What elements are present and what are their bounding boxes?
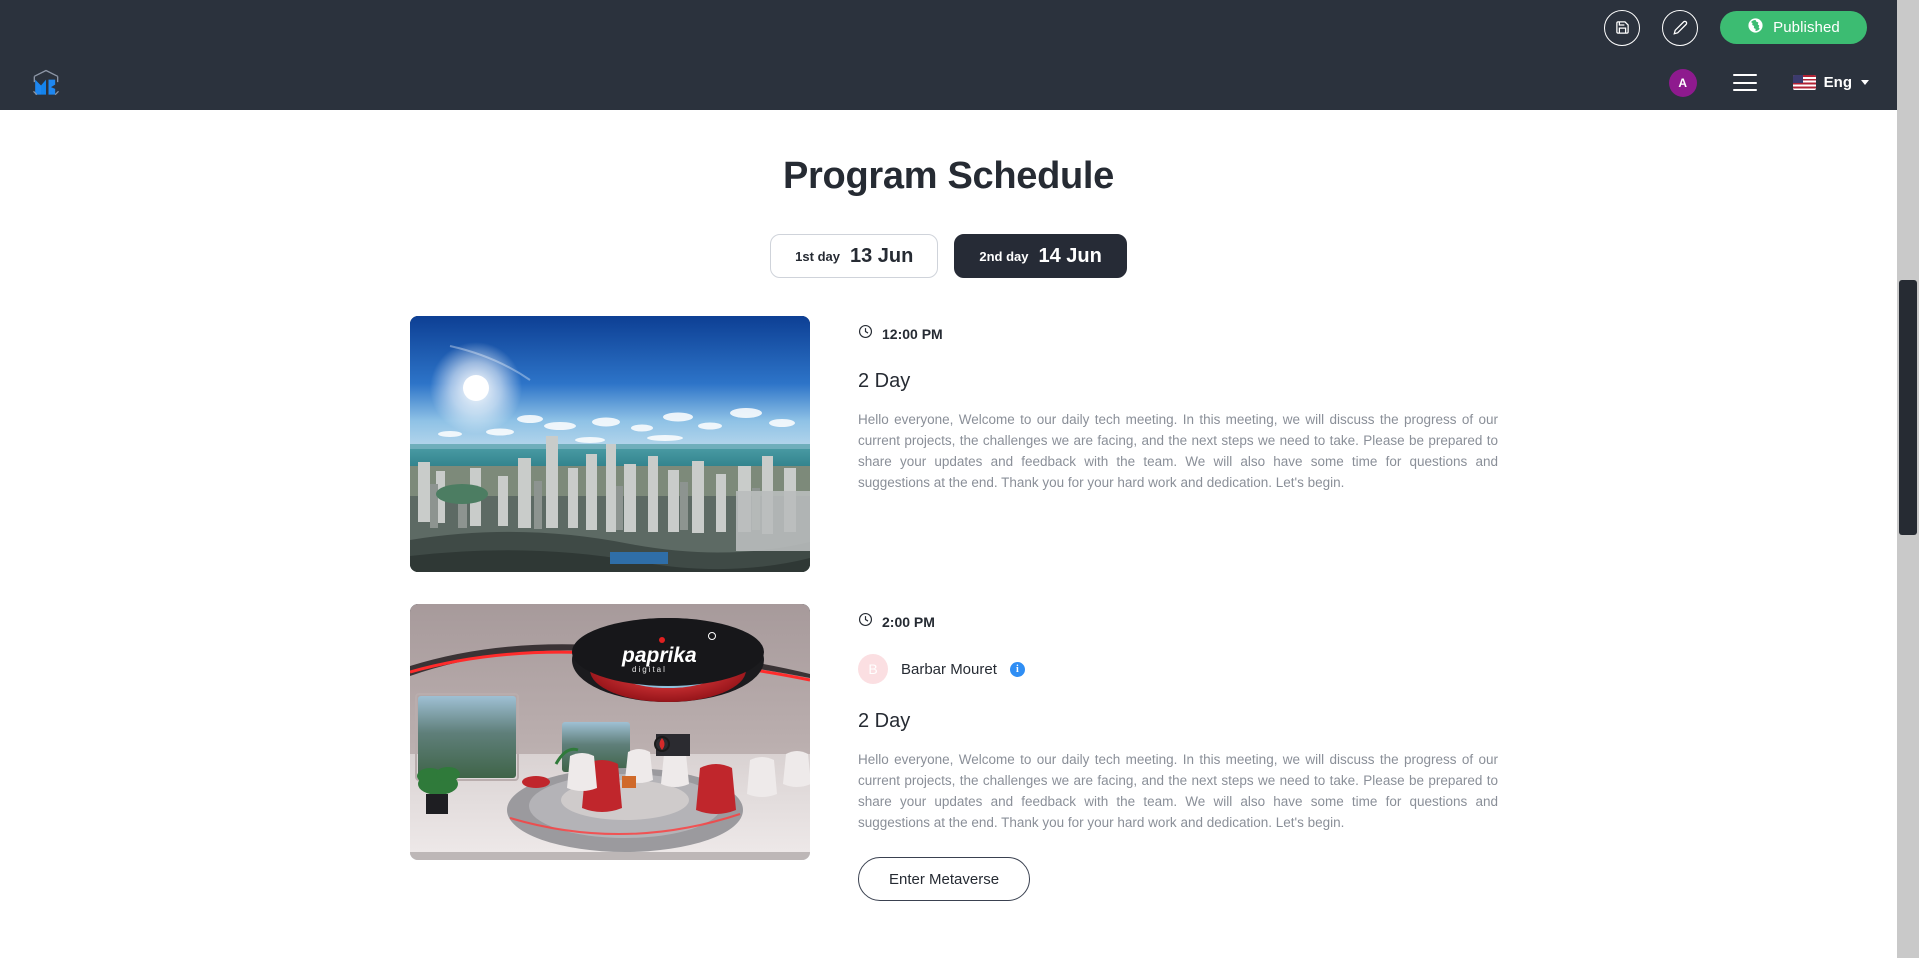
session-time-row: 2:00 PM	[858, 612, 1498, 632]
day-tab-2-date: 14 Jun	[1038, 244, 1102, 267]
published-label: Published	[1773, 19, 1840, 36]
main-navbar: A Eng	[0, 55, 1897, 110]
page-content: Program Schedule 1st day 13 Jun 2nd day …	[0, 110, 1897, 958]
edit-button[interactable]	[1662, 9, 1698, 46]
hamburger-menu-icon[interactable]	[1732, 74, 1757, 91]
aerial-city-panorama-image	[410, 316, 810, 572]
us-flag-icon	[1792, 75, 1816, 90]
session-description: Hello everyone, Welcome to our daily tec…	[858, 752, 1498, 830]
save-button[interactable]	[1604, 9, 1640, 46]
clock-icon	[858, 612, 873, 632]
session-speaker: B Barbar Mouret i	[858, 654, 1498, 684]
day-tab-2[interactable]: 2nd day 14 Jun	[954, 234, 1127, 278]
session-item: paprika digital 2:00 PM B Barbar Mouret …	[410, 604, 1897, 901]
user-avatar[interactable]: A	[1668, 68, 1697, 97]
session-thumbnail-metaverse[interactable]: paprika digital	[410, 604, 810, 860]
app-root: Published A Eng Program Schedule 1st day…	[0, 0, 1919, 958]
clock-icon	[858, 324, 873, 344]
language-selector[interactable]: Eng	[1792, 74, 1869, 91]
metaverse-meeting-room-image: paprika digital	[410, 604, 810, 860]
brand-logo[interactable]	[26, 63, 66, 103]
day-tab-2-ordinal: 2nd day	[979, 248, 1029, 264]
session-time: 12:00 PM	[882, 326, 943, 342]
navbar-right-group: A Eng	[1668, 68, 1869, 97]
session-item: 12:00 PM 2 Day Hello everyone, Welcome t…	[410, 316, 1897, 572]
day-tab-group: 1st day 13 Jun 2nd day 14 Jun	[0, 234, 1897, 278]
speaker-avatar: B	[858, 654, 888, 684]
session-time-row: 12:00 PM	[858, 324, 1498, 344]
session-details: 2:00 PM B Barbar Mouret i 2 Day Hello ev…	[858, 604, 1498, 901]
session-title: 2 Day	[858, 710, 911, 732]
metaverse-cube-logo-icon	[33, 69, 59, 95]
pencil-icon	[1672, 20, 1688, 35]
globe-icon	[1747, 17, 1764, 38]
speaker-name: Barbar Mouret	[901, 660, 997, 678]
top-utility-bar: Published	[0, 0, 1897, 55]
vertical-scrollbar-thumb[interactable]	[1899, 280, 1917, 535]
session-time: 2:00 PM	[882, 614, 935, 630]
svg-text:paprika: paprika	[621, 644, 697, 667]
enter-metaverse-button[interactable]: Enter Metaverse	[858, 857, 1031, 901]
session-thumbnail-city[interactable]	[410, 316, 810, 572]
day-tab-1-ordinal: 1st day	[795, 248, 840, 264]
day-tab-1[interactable]: 1st day 13 Jun	[770, 234, 939, 278]
session-title: 2 Day	[858, 370, 911, 392]
day-tab-1-date: 13 Jun	[849, 244, 914, 267]
info-icon[interactable]: i	[1009, 661, 1025, 677]
session-details: 12:00 PM 2 Day Hello everyone, Welcome t…	[858, 316, 1498, 572]
language-label: Eng	[1823, 74, 1852, 91]
chevron-down-icon	[1861, 80, 1869, 85]
page-title: Program Schedule	[783, 155, 1114, 197]
published-button[interactable]: Published	[1720, 11, 1867, 44]
session-description: Hello everyone, Welcome to our daily tec…	[858, 412, 1498, 490]
save-icon	[1615, 20, 1630, 35]
session-list: 12:00 PM 2 Day Hello everyone, Welcome t…	[0, 316, 1897, 901]
svg-text:digital: digital	[632, 665, 667, 674]
vertical-scrollbar-track[interactable]	[1897, 0, 1919, 958]
